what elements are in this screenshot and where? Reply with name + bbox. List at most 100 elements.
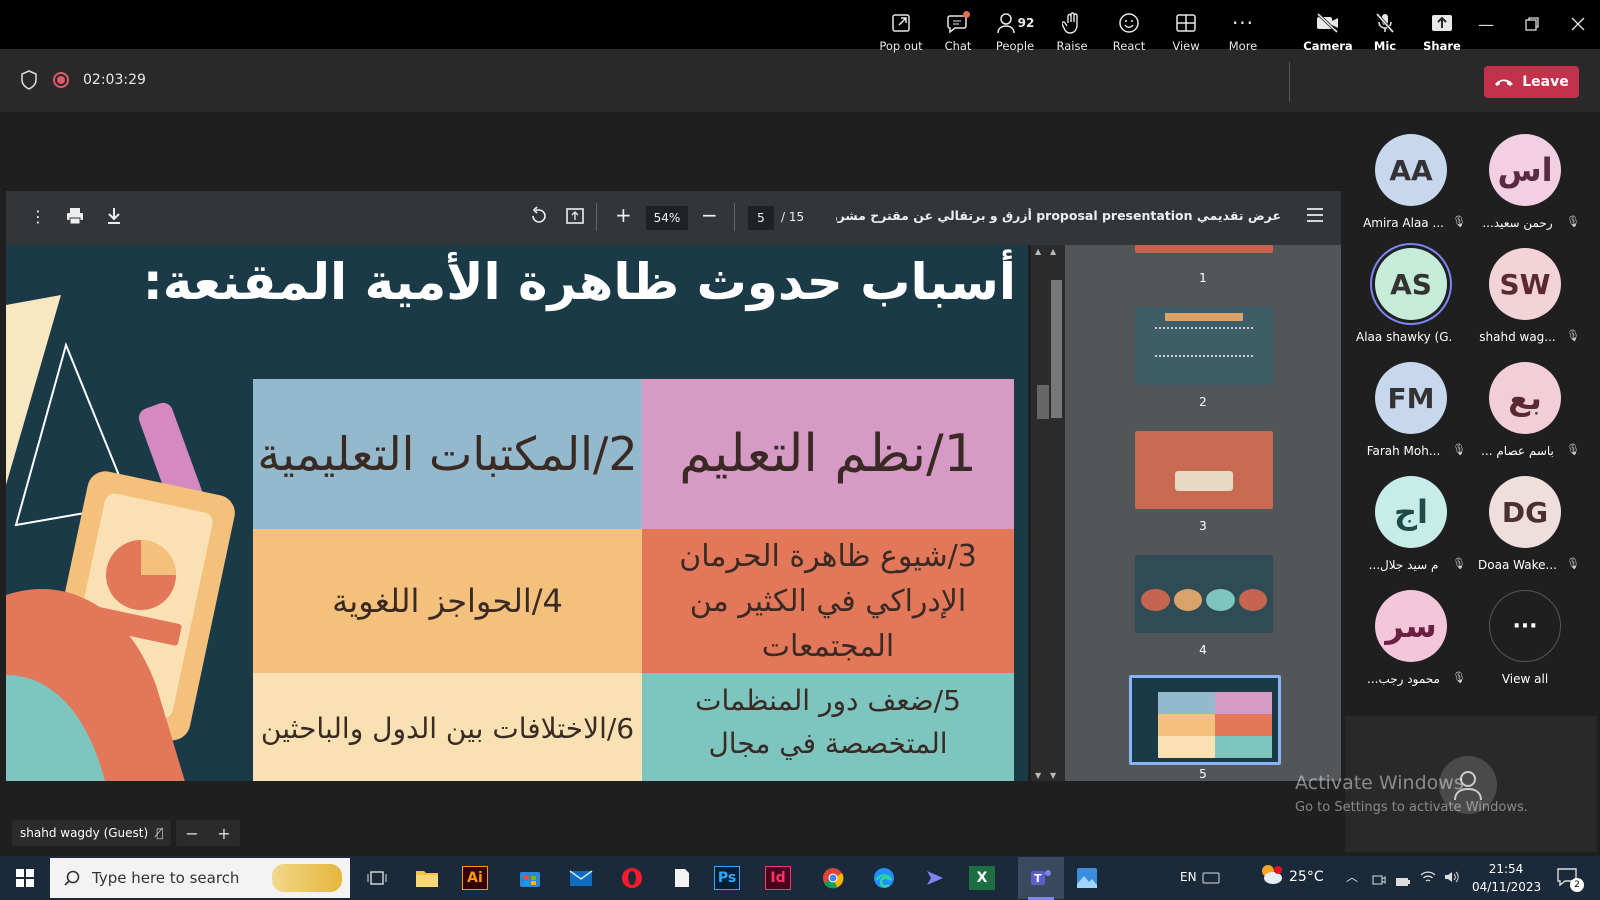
participant-tile[interactable]: SW shahd wag... 🎙 xyxy=(1470,226,1580,344)
notification-count: 2 xyxy=(1570,878,1584,892)
pop-out-icon xyxy=(890,10,912,36)
thumbnail-page-4[interactable] xyxy=(1135,555,1273,633)
chevron-up-icon[interactable]: ︿ xyxy=(1346,868,1358,885)
pdf-divider xyxy=(734,203,735,231)
keyboard-icon[interactable] xyxy=(1202,869,1220,888)
close-icon[interactable] xyxy=(1566,12,1590,36)
zoom-in-icon[interactable]: + xyxy=(217,824,230,843)
thumbnail-page-2[interactable] xyxy=(1135,307,1273,385)
thumbnail-number: 2 xyxy=(1199,395,1207,409)
zoom-out-icon[interactable]: − xyxy=(701,203,718,227)
weather-icon[interactable] xyxy=(1258,862,1284,892)
excel-icon[interactable]: X xyxy=(969,866,995,890)
indesign-icon[interactable]: Id xyxy=(765,866,791,890)
participant-tile[interactable]: AA Amira Alaa ... 🎙 xyxy=(1356,112,1466,230)
file-explorer-icon[interactable] xyxy=(410,862,444,894)
raise-hand-button[interactable]: Raise xyxy=(1044,10,1100,60)
pop-out-button[interactable]: Pop out xyxy=(873,10,929,60)
hand-icon xyxy=(1062,10,1082,36)
minimize-icon[interactable]: — xyxy=(1474,12,1498,36)
edge-icon[interactable] xyxy=(867,862,901,894)
scroll-thumb[interactable] xyxy=(1051,280,1062,418)
search-highlight-image xyxy=(272,864,342,892)
activation-watermark-title: Activate Windows xyxy=(1295,772,1464,794)
thumbnail-page-1[interactable] xyxy=(1135,245,1273,253)
participant-tile[interactable]: اج ...م سيد جلال 🎙 xyxy=(1356,454,1466,572)
illustrator-icon[interactable]: Ai xyxy=(462,866,488,890)
share-button[interactable]: Share xyxy=(1414,10,1470,60)
meet-now-icon[interactable] xyxy=(1372,871,1386,890)
avatar: اس xyxy=(1489,134,1561,206)
self-view-label: shahd wagdy (Guest) 🎙̸ xyxy=(12,820,172,846)
mail-icon[interactable] xyxy=(564,862,598,894)
more-button[interactable]: ··· More xyxy=(1215,10,1271,60)
participant-tile[interactable]: FM Farah Moh... 🎙 xyxy=(1356,340,1466,458)
scroll-down-icon[interactable]: ▼ xyxy=(1035,771,1041,780)
chrome-icon[interactable] xyxy=(816,862,850,894)
activation-watermark-subtitle: Go to Settings to activate Windows. xyxy=(1295,800,1528,815)
ms-store-icon[interactable] xyxy=(513,862,547,894)
leave-button[interactable]: Leave xyxy=(1484,66,1579,98)
smiley-icon xyxy=(1118,10,1140,36)
chat-button[interactable]: Chat xyxy=(930,10,986,60)
pdf-menu-kebab-icon[interactable]: ⋮ xyxy=(30,207,46,226)
volume-icon[interactable] xyxy=(1444,869,1460,888)
zoom-in-icon[interactable]: + xyxy=(615,203,632,227)
scroll-thumb[interactable] xyxy=(1037,385,1049,419)
search-icon xyxy=(64,870,80,886)
temperature[interactable]: 25°C xyxy=(1289,869,1324,885)
scroll-down-icon[interactable]: ▼ xyxy=(1050,771,1056,780)
participant-tile[interactable]: اس ...رحمن سعيد 🎙 xyxy=(1470,112,1580,230)
page-number-field[interactable]: 5 xyxy=(748,206,774,230)
zoom-level-field[interactable]: 54% xyxy=(646,206,688,230)
participant-tile[interactable]: DG Doaa Wake... 🎙 xyxy=(1470,454,1580,572)
restore-icon[interactable] xyxy=(1520,12,1544,36)
task-view-icon[interactable] xyxy=(360,862,394,894)
thumbnail-page-3[interactable] xyxy=(1135,431,1273,509)
download-icon[interactable] xyxy=(106,207,122,229)
opera-icon[interactable] xyxy=(615,862,649,894)
participant-tile[interactable]: سر ...محمود رجب 🎙 xyxy=(1356,568,1466,686)
language-indicator[interactable]: EN xyxy=(1180,870,1197,884)
battery-icon[interactable] xyxy=(1395,872,1411,891)
participant-tile[interactable]: بع ... باسم عصام 🎙 xyxy=(1470,340,1580,458)
app-icon[interactable] xyxy=(918,862,952,894)
print-icon[interactable] xyxy=(66,207,84,229)
scroll-up-icon[interactable]: ▲ xyxy=(1050,247,1056,256)
pdf-scrollbar[interactable]: ▲ ▲ ▼ ▼ xyxy=(1031,245,1065,781)
file-icon[interactable] xyxy=(665,862,699,894)
recording-icon xyxy=(53,72,69,88)
scroll-up-icon[interactable]: ▲ xyxy=(1035,247,1041,256)
rotate-icon[interactable] xyxy=(529,206,549,230)
hamburger-menu-icon[interactable] xyxy=(1306,207,1324,227)
thumbnail-number: 4 xyxy=(1199,643,1207,657)
react-button[interactable]: React xyxy=(1101,10,1157,60)
photos-icon[interactable] xyxy=(1070,862,1104,894)
view-button[interactable]: View xyxy=(1158,10,1214,60)
shield-icon[interactable] xyxy=(20,70,38,94)
zoom-out-icon[interactable]: − xyxy=(185,824,198,843)
clock-time[interactable]: 21:54 xyxy=(1472,862,1540,876)
people-button[interactable]: 92 People xyxy=(987,10,1043,60)
wifi-icon[interactable] xyxy=(1420,869,1436,888)
cause-cell-5: 5/ضعف دور المنظمات المتخصصة في مجال xyxy=(642,673,1014,781)
photoshop-icon[interactable]: Ps xyxy=(714,866,740,890)
pdf-toolbar: ⋮ + 54% − 5 / 15 عرض تقديمي proposal pre… xyxy=(6,191,1341,245)
pdf-divider xyxy=(596,203,597,231)
cause-cell-6: 6/الاختلافات بين الدول والباحثين xyxy=(253,673,642,781)
zoom-controls: − + xyxy=(176,820,240,846)
mic-button[interactable]: Mic xyxy=(1357,10,1413,60)
thumbnail-page-5-selected[interactable] xyxy=(1129,675,1281,765)
camera-button[interactable]: Camera xyxy=(1300,10,1356,60)
participant-name: ...محمود رجب xyxy=(1367,672,1440,686)
clock-date[interactable]: 04/11/2023 xyxy=(1472,880,1541,894)
page-total: / 15 xyxy=(781,210,805,224)
view-all-button[interactable]: ··· View all xyxy=(1470,568,1580,686)
taskbar-search-box[interactable]: Type here to search xyxy=(50,858,350,898)
avatar: DG xyxy=(1489,476,1561,548)
windows-start-icon[interactable] xyxy=(8,862,42,894)
page-thumbnails: 1 2 3 4 5 xyxy=(1065,245,1341,781)
participant-tile-speaking[interactable]: AS Alaa shawky (G... xyxy=(1356,226,1466,344)
teams-icon[interactable]: T xyxy=(1018,857,1064,899)
fit-page-icon[interactable] xyxy=(565,206,585,230)
